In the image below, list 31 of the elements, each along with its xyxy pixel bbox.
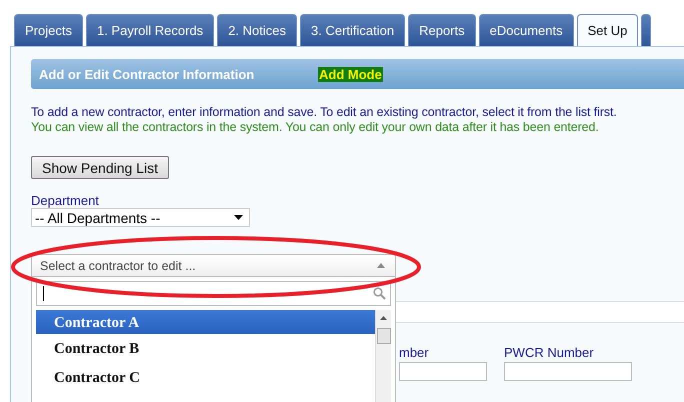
scrollbar[interactable] — [375, 310, 391, 402]
list-option[interactable]: Contractor A — [36, 310, 375, 334]
caret-icon — [234, 215, 243, 220]
input-field[interactable] — [399, 362, 487, 381]
section-title: Add or Edit Contractor Information — [39, 66, 256, 82]
field-label: mber — [399, 345, 430, 360]
input-field[interactable] — [504, 362, 632, 381]
caret-icon — [377, 263, 385, 268]
show-pending-button[interactable]: Show Pending List — [31, 156, 169, 179]
tab[interactable] — [641, 14, 652, 47]
tab[interactable]: 1. Payroll Records — [86, 14, 214, 46]
tab[interactable]: Set Up — [576, 14, 638, 46]
list-option[interactable]: Contractor C — [36, 365, 375, 394]
field-label: Department — [31, 193, 100, 208]
list-option[interactable]: Contractor B — [36, 336, 375, 365]
tab[interactable]: Projects — [14, 14, 83, 46]
mode-badge: Add Mode — [318, 66, 383, 82]
search-field[interactable] — [36, 281, 391, 306]
arrow-up-icon — [380, 316, 387, 320]
tab[interactable]: 3. Certification — [300, 14, 406, 46]
field-label: PWCR Number — [504, 345, 595, 360]
tab[interactable]: 2. Notices — [217, 14, 297, 46]
department-select[interactable]: -- All Departments -- — [31, 208, 250, 227]
tab[interactable]: eDocuments — [478, 14, 574, 46]
select-placeholder: Select a contractor to edit ... — [40, 258, 196, 272]
instruction-text: To add a new contractor, enter information and save. To edit an existing contractor, select it from the list first. — [31, 105, 618, 119]
tab[interactable]: Reports — [408, 14, 476, 46]
contractor-select[interactable]: Select a contractor to edit ... — [31, 254, 396, 277]
search-icon — [373, 287, 386, 300]
scrollbar-thumb[interactable] — [376, 328, 390, 344]
instruction-text: You can view all the contractors in the system. You can only edit your own data after it has been entered. — [31, 120, 600, 134]
